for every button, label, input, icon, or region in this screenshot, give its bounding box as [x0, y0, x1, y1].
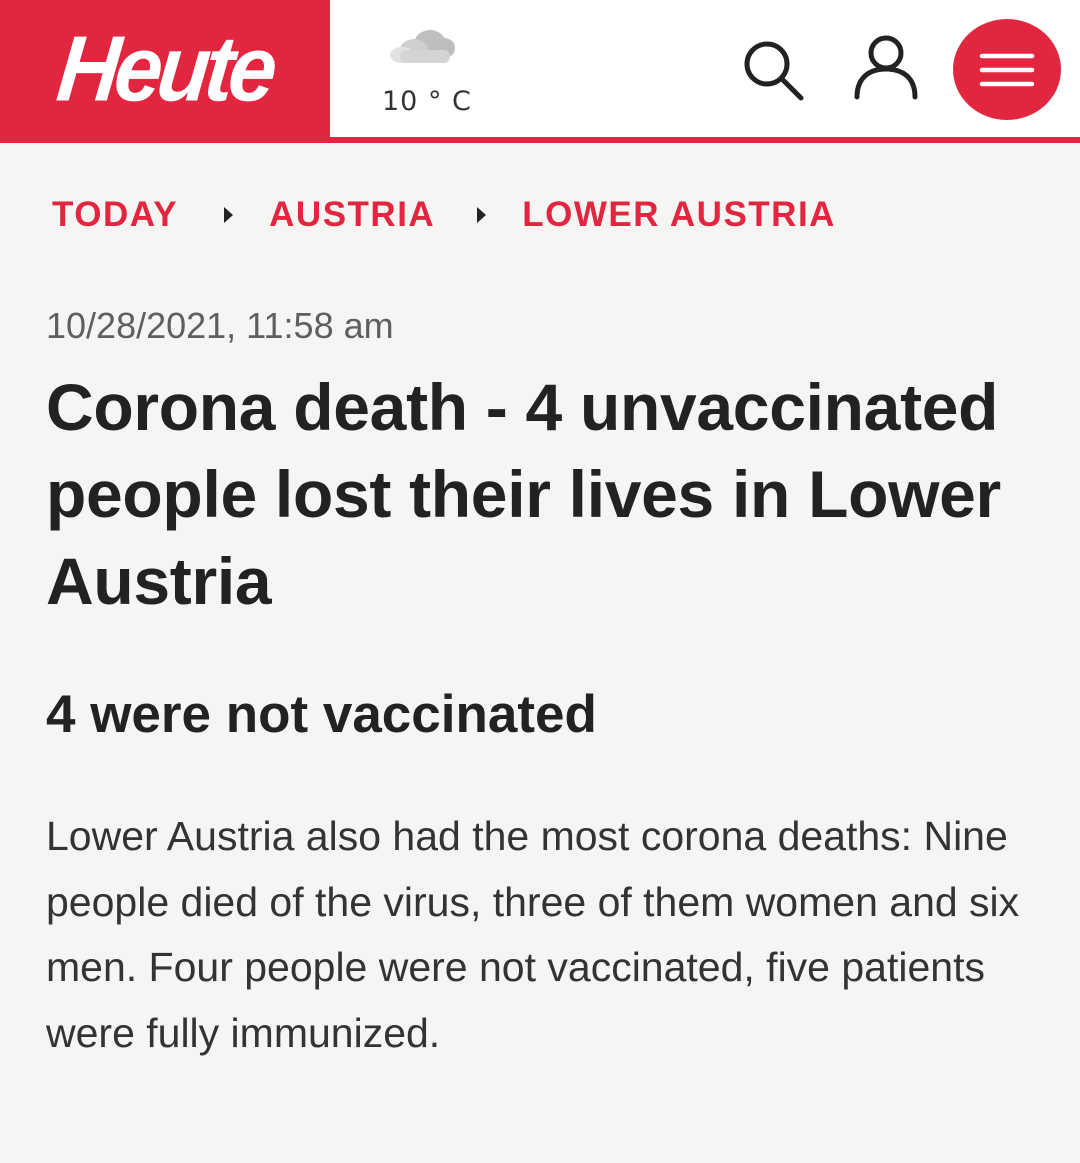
cloud-icon — [390, 30, 455, 63]
site-logo[interactable]: Heute — [0, 0, 330, 143]
weather-widget[interactable]: 10 ° C — [370, 18, 480, 118]
breadcrumb-item-lower-austria[interactable]: LOWER AUSTRIA — [522, 195, 836, 235]
search-icon — [744, 41, 804, 101]
temperature-label: 10 ° C — [382, 86, 472, 117]
header-divider — [0, 137, 1080, 143]
article-headline: Corona death - 4 unvaccinated people los… — [46, 370, 1001, 618]
breadcrumb-separator-icon — [477, 207, 487, 223]
breadcrumb: TODAY AUSTRIA LOWER AUSTRIA — [52, 193, 836, 237]
logo-text: Heute — [52, 17, 278, 121]
breadcrumb-item-austria[interactable]: AUSTRIA — [269, 195, 435, 235]
user-icon — [854, 35, 918, 100]
site-header: Heute 10 ° C — [0, 0, 1080, 143]
hamburger-menu-icon — [979, 53, 1035, 86]
breadcrumb-separator-icon — [224, 207, 234, 223]
article-body-paragraph: Lower Austria also had the most corona d… — [46, 813, 1020, 1056]
article-subheading: 4 were not vaccinated — [46, 685, 597, 744]
menu-button[interactable] — [953, 19, 1061, 120]
breadcrumb-item-today[interactable]: TODAY — [52, 195, 178, 235]
article-dateline: 10/28/2021, 11:58 am — [46, 305, 394, 346]
search-button[interactable] — [735, 32, 811, 108]
account-button[interactable] — [848, 30, 924, 106]
